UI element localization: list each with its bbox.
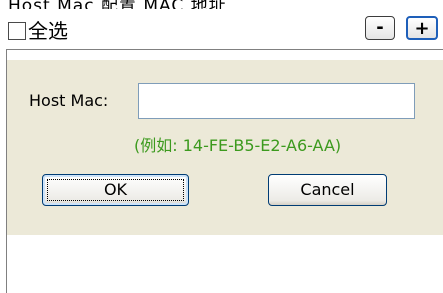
partial-top-text: Host Mac 配置 MAC 地址 — [0, 0, 443, 9]
focus-ring — [47, 179, 184, 201]
select-all-checkbox[interactable] — [8, 22, 26, 40]
list-header: 全选 - + — [0, 9, 443, 49]
host-mac-input[interactable] — [138, 83, 415, 119]
host-mac-label: Host Mac: — [29, 91, 109, 110]
cancel-button[interactable]: Cancel — [268, 174, 387, 206]
select-all-toggle[interactable]: 全选 — [8, 20, 68, 42]
remove-button[interactable]: - — [365, 16, 395, 40]
cancel-button-label: Cancel — [300, 180, 355, 199]
select-all-label: 全选 — [28, 19, 68, 43]
clipped-text: Host Mac 配置 MAC 地址 — [8, 0, 227, 9]
add-button[interactable]: + — [406, 16, 438, 40]
ok-button[interactable]: OK — [42, 174, 189, 206]
example-hint: (例如: 14-FE-B5-E2-A6-AA) — [134, 136, 342, 155]
